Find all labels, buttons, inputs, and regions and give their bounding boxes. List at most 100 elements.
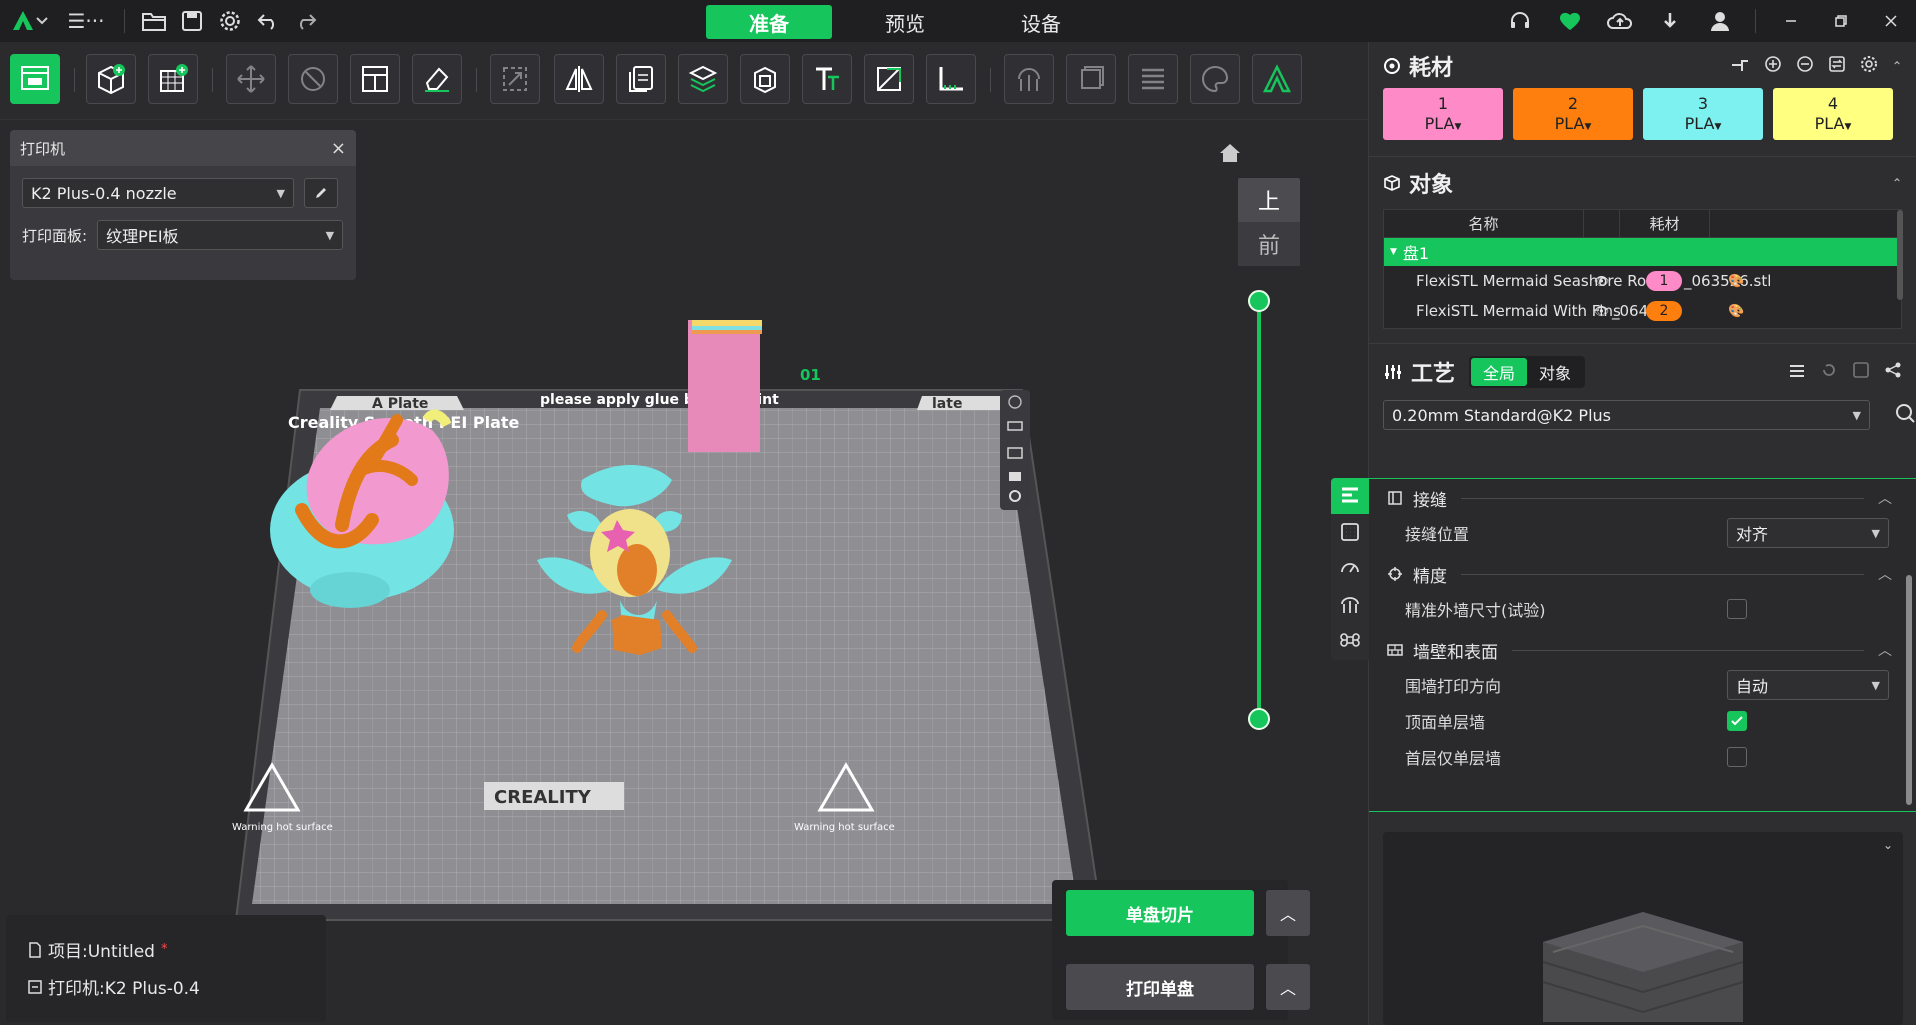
table-row[interactable]: FlexiSTL Mermaid With Fins _06415 2 👁 🎨 bbox=[1384, 296, 1901, 326]
build-plate[interactable]: A Plate please apply glue before print l… bbox=[232, 270, 1102, 940]
settings-scrollbar[interactable] bbox=[1906, 575, 1912, 805]
tab-preview[interactable]: 预览 bbox=[842, 5, 968, 39]
collapse-chevron-icon[interactable]: ︿ bbox=[1878, 564, 1892, 584]
search-icon[interactable] bbox=[1894, 402, 1916, 428]
filament-settings-gear-icon[interactable] bbox=[1860, 54, 1878, 79]
slice-plate-button[interactable]: 单盘切片 bbox=[1066, 890, 1254, 936]
share-icon[interactable] bbox=[1884, 360, 1902, 385]
visibility-eye-icon[interactable]: 👁 bbox=[1594, 304, 1609, 318]
table-row[interactable]: FlexiSTL Mermaid Seashore Rock 1 _063526… bbox=[1384, 266, 1901, 296]
tab-support[interactable] bbox=[1331, 586, 1369, 622]
reset-icon[interactable] bbox=[1820, 360, 1838, 385]
assembly-button[interactable] bbox=[1252, 54, 1302, 104]
filament-slot-3[interactable]: 3 PLA▼ bbox=[1643, 88, 1763, 140]
compare-list-icon[interactable] bbox=[1788, 360, 1806, 385]
collapse-chevron-icon[interactable]: ︿ bbox=[1878, 640, 1892, 660]
copy-button[interactable] bbox=[616, 54, 666, 104]
layer-slider-bottom-handle[interactable] bbox=[1248, 708, 1270, 730]
redo-icon[interactable] bbox=[287, 2, 325, 40]
color-paint-button[interactable] bbox=[1190, 54, 1240, 104]
3d-viewport[interactable]: A Plate please apply glue before print l… bbox=[0, 120, 1368, 1025]
mirror-button[interactable] bbox=[554, 54, 604, 104]
orient-button[interactable] bbox=[412, 54, 462, 104]
add-filament-icon[interactable] bbox=[1764, 54, 1782, 79]
tab-others[interactable] bbox=[1331, 622, 1369, 658]
plate-tab-a[interactable]: A Plate bbox=[372, 396, 428, 412]
printer-select[interactable]: K2 Plus-0.4 nozzle ▼ bbox=[22, 178, 294, 208]
cloud-upload-icon[interactable] bbox=[1595, 2, 1645, 40]
close-window-icon[interactable] bbox=[1866, 2, 1916, 40]
tab-speed[interactable] bbox=[1331, 550, 1369, 586]
expand-chevron-icon[interactable]: ⌄ bbox=[1883, 838, 1893, 852]
filament-badge[interactable]: 2 bbox=[1646, 301, 1682, 321]
layer-slider-track[interactable] bbox=[1257, 302, 1261, 718]
view-cube[interactable]: 上 前 bbox=[1238, 178, 1300, 268]
layer-slider[interactable] bbox=[1246, 290, 1272, 730]
open-folder-icon[interactable] bbox=[135, 2, 173, 40]
print-options-chevron-up-icon[interactable]: ︿ bbox=[1266, 964, 1310, 1010]
group-walls-surfaces[interactable]: 墙壁和表面 ︿ bbox=[1369, 633, 1916, 667]
cut-button[interactable] bbox=[740, 54, 790, 104]
process-preset-select[interactable]: 0.20mm Standard@K2 Plus ▼ bbox=[1383, 400, 1870, 430]
first-layer-one-wall-checkbox[interactable] bbox=[1727, 747, 1747, 767]
plate-tab-b[interactable]: late bbox=[932, 396, 962, 412]
collapse-chevron-icon[interactable]: ︿ bbox=[1878, 488, 1892, 508]
support-paint-button[interactable] bbox=[1004, 54, 1054, 104]
col-name[interactable]: 名称 bbox=[1384, 209, 1584, 238]
save-icon[interactable] bbox=[173, 2, 211, 40]
filament-slot-1[interactable]: 1 PLA▼ bbox=[1383, 88, 1503, 140]
variable-layer-button[interactable] bbox=[1128, 54, 1178, 104]
menu-icon[interactable]: ☰··· bbox=[58, 2, 114, 40]
save-preset-icon[interactable] bbox=[1852, 360, 1870, 385]
layer-slider-top-handle[interactable] bbox=[1248, 290, 1270, 312]
slice-options-chevron-up-icon[interactable]: ︿ bbox=[1266, 890, 1310, 936]
home-view-icon[interactable] bbox=[1218, 142, 1242, 168]
plate-view-button[interactable] bbox=[10, 54, 60, 104]
move-button[interactable] bbox=[226, 54, 276, 104]
add-plate-button[interactable] bbox=[148, 54, 198, 104]
expand-caret-icon[interactable]: ▼ bbox=[1390, 247, 1397, 257]
swap-filament-icon[interactable] bbox=[1828, 54, 1846, 79]
view-top[interactable]: 上 bbox=[1238, 178, 1300, 222]
close-icon[interactable]: × bbox=[331, 138, 346, 159]
col-filament[interactable]: 耗材 bbox=[1620, 209, 1710, 238]
undo-icon[interactable] bbox=[249, 2, 287, 40]
lock-icon[interactable] bbox=[1009, 472, 1021, 481]
tab-quality[interactable] bbox=[1331, 478, 1369, 514]
group-seam[interactable]: 接缝 ︿ bbox=[1369, 481, 1916, 515]
collapse-chevron-icon[interactable]: ⌃ bbox=[1892, 59, 1902, 73]
rotate-button[interactable] bbox=[288, 54, 338, 104]
split-button[interactable] bbox=[864, 54, 914, 104]
plate-type-select[interactable]: 纹理PEI板 ▼ bbox=[97, 220, 344, 250]
tab-strength[interactable] bbox=[1331, 514, 1369, 550]
model-library-icon[interactable] bbox=[1545, 2, 1595, 40]
layer-tool-button[interactable] bbox=[678, 54, 728, 104]
collapse-chevron-icon[interactable]: ⌃ bbox=[1892, 176, 1902, 190]
paint-palette-icon[interactable]: 🎨 bbox=[1728, 274, 1744, 289]
text-button[interactable] bbox=[802, 54, 852, 104]
download-icon[interactable] bbox=[1645, 2, 1695, 40]
remove-filament-icon[interactable] bbox=[1796, 54, 1814, 79]
toggle-global[interactable]: 全局 bbox=[1471, 358, 1528, 386]
toggle-object[interactable]: 对象 bbox=[1527, 358, 1583, 386]
tab-prepare[interactable]: 准备 bbox=[706, 5, 832, 39]
edit-printer-button[interactable] bbox=[304, 178, 338, 208]
filament-badge[interactable]: 1 bbox=[1646, 271, 1682, 291]
top-one-wall-checkbox[interactable] bbox=[1727, 711, 1747, 731]
settings-gear-icon[interactable] bbox=[211, 2, 249, 40]
wall-direction-select[interactable]: 自动 ▼ bbox=[1727, 670, 1889, 700]
filament-sync-icon[interactable] bbox=[1730, 54, 1750, 79]
view-front[interactable]: 前 bbox=[1238, 222, 1300, 266]
app-logo-icon[interactable] bbox=[0, 2, 58, 40]
seam-paint-button[interactable] bbox=[1066, 54, 1116, 104]
paint-palette-icon[interactable]: 🎨 bbox=[1728, 304, 1744, 319]
add-model-button[interactable] bbox=[86, 54, 136, 104]
restore-icon[interactable] bbox=[1816, 2, 1866, 40]
scale-button[interactable] bbox=[490, 54, 540, 104]
headset-icon[interactable] bbox=[1495, 2, 1545, 40]
precise-wall-checkbox[interactable] bbox=[1727, 599, 1747, 619]
filament-slot-4[interactable]: 4 PLA▼ bbox=[1773, 88, 1893, 140]
visibility-eye-icon[interactable]: 👁 bbox=[1594, 274, 1609, 288]
arrange-button[interactable] bbox=[350, 54, 400, 104]
wipe-tower[interactable] bbox=[688, 320, 762, 452]
